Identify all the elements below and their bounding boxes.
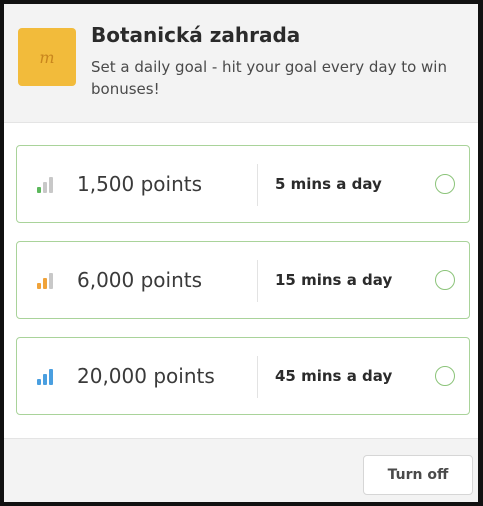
- signal-bar: [49, 369, 53, 385]
- signal-bars-icon: [37, 175, 59, 193]
- goal-radio[interactable]: [435, 270, 455, 290]
- goal-points: 6,000 points: [77, 268, 203, 292]
- goal-options: 1,500 points 5 mins a day 6,000 points 1…: [4, 123, 478, 439]
- goal-time: 15 mins a day: [275, 271, 393, 289]
- goal-time: 5 mins a day: [275, 175, 382, 193]
- goal-points: 1,500 points: [77, 172, 203, 196]
- goal-radio[interactable]: [435, 174, 455, 194]
- turn-off-button[interactable]: Turn off: [363, 455, 473, 495]
- goal-option-20000[interactable]: 20,000 points 45 mins a day: [16, 337, 470, 415]
- goal-radio[interactable]: [435, 366, 455, 386]
- signal-bar: [49, 177, 53, 193]
- signal-bars-icon: [37, 367, 59, 385]
- daily-goal-panel: m Botanická zahrada Set a daily goal - h…: [0, 0, 483, 506]
- divider: [257, 356, 258, 398]
- header: m Botanická zahrada Set a daily goal - h…: [4, 4, 478, 123]
- signal-bar: [37, 283, 41, 289]
- signal-bar: [37, 379, 41, 385]
- footer: Turn off: [4, 439, 478, 502]
- signal-bar: [43, 374, 47, 385]
- goal-option-1500[interactable]: 1,500 points 5 mins a day: [16, 145, 470, 223]
- page-subtitle: Set a daily goal - hit your goal every d…: [91, 58, 447, 98]
- signal-bars-icon: [37, 271, 59, 289]
- goal-option-6000[interactable]: 6,000 points 15 mins a day: [16, 241, 470, 319]
- page-title: Botanická zahrada: [91, 23, 301, 47]
- signal-bar: [43, 278, 47, 289]
- goal-points: 20,000 points: [77, 364, 215, 388]
- goal-time: 45 mins a day: [275, 367, 393, 385]
- signal-bar: [43, 182, 47, 193]
- signal-bar: [49, 273, 53, 289]
- divider: [257, 164, 258, 206]
- divider: [257, 260, 258, 302]
- signal-bar: [37, 187, 41, 193]
- app-logo: m: [18, 28, 76, 86]
